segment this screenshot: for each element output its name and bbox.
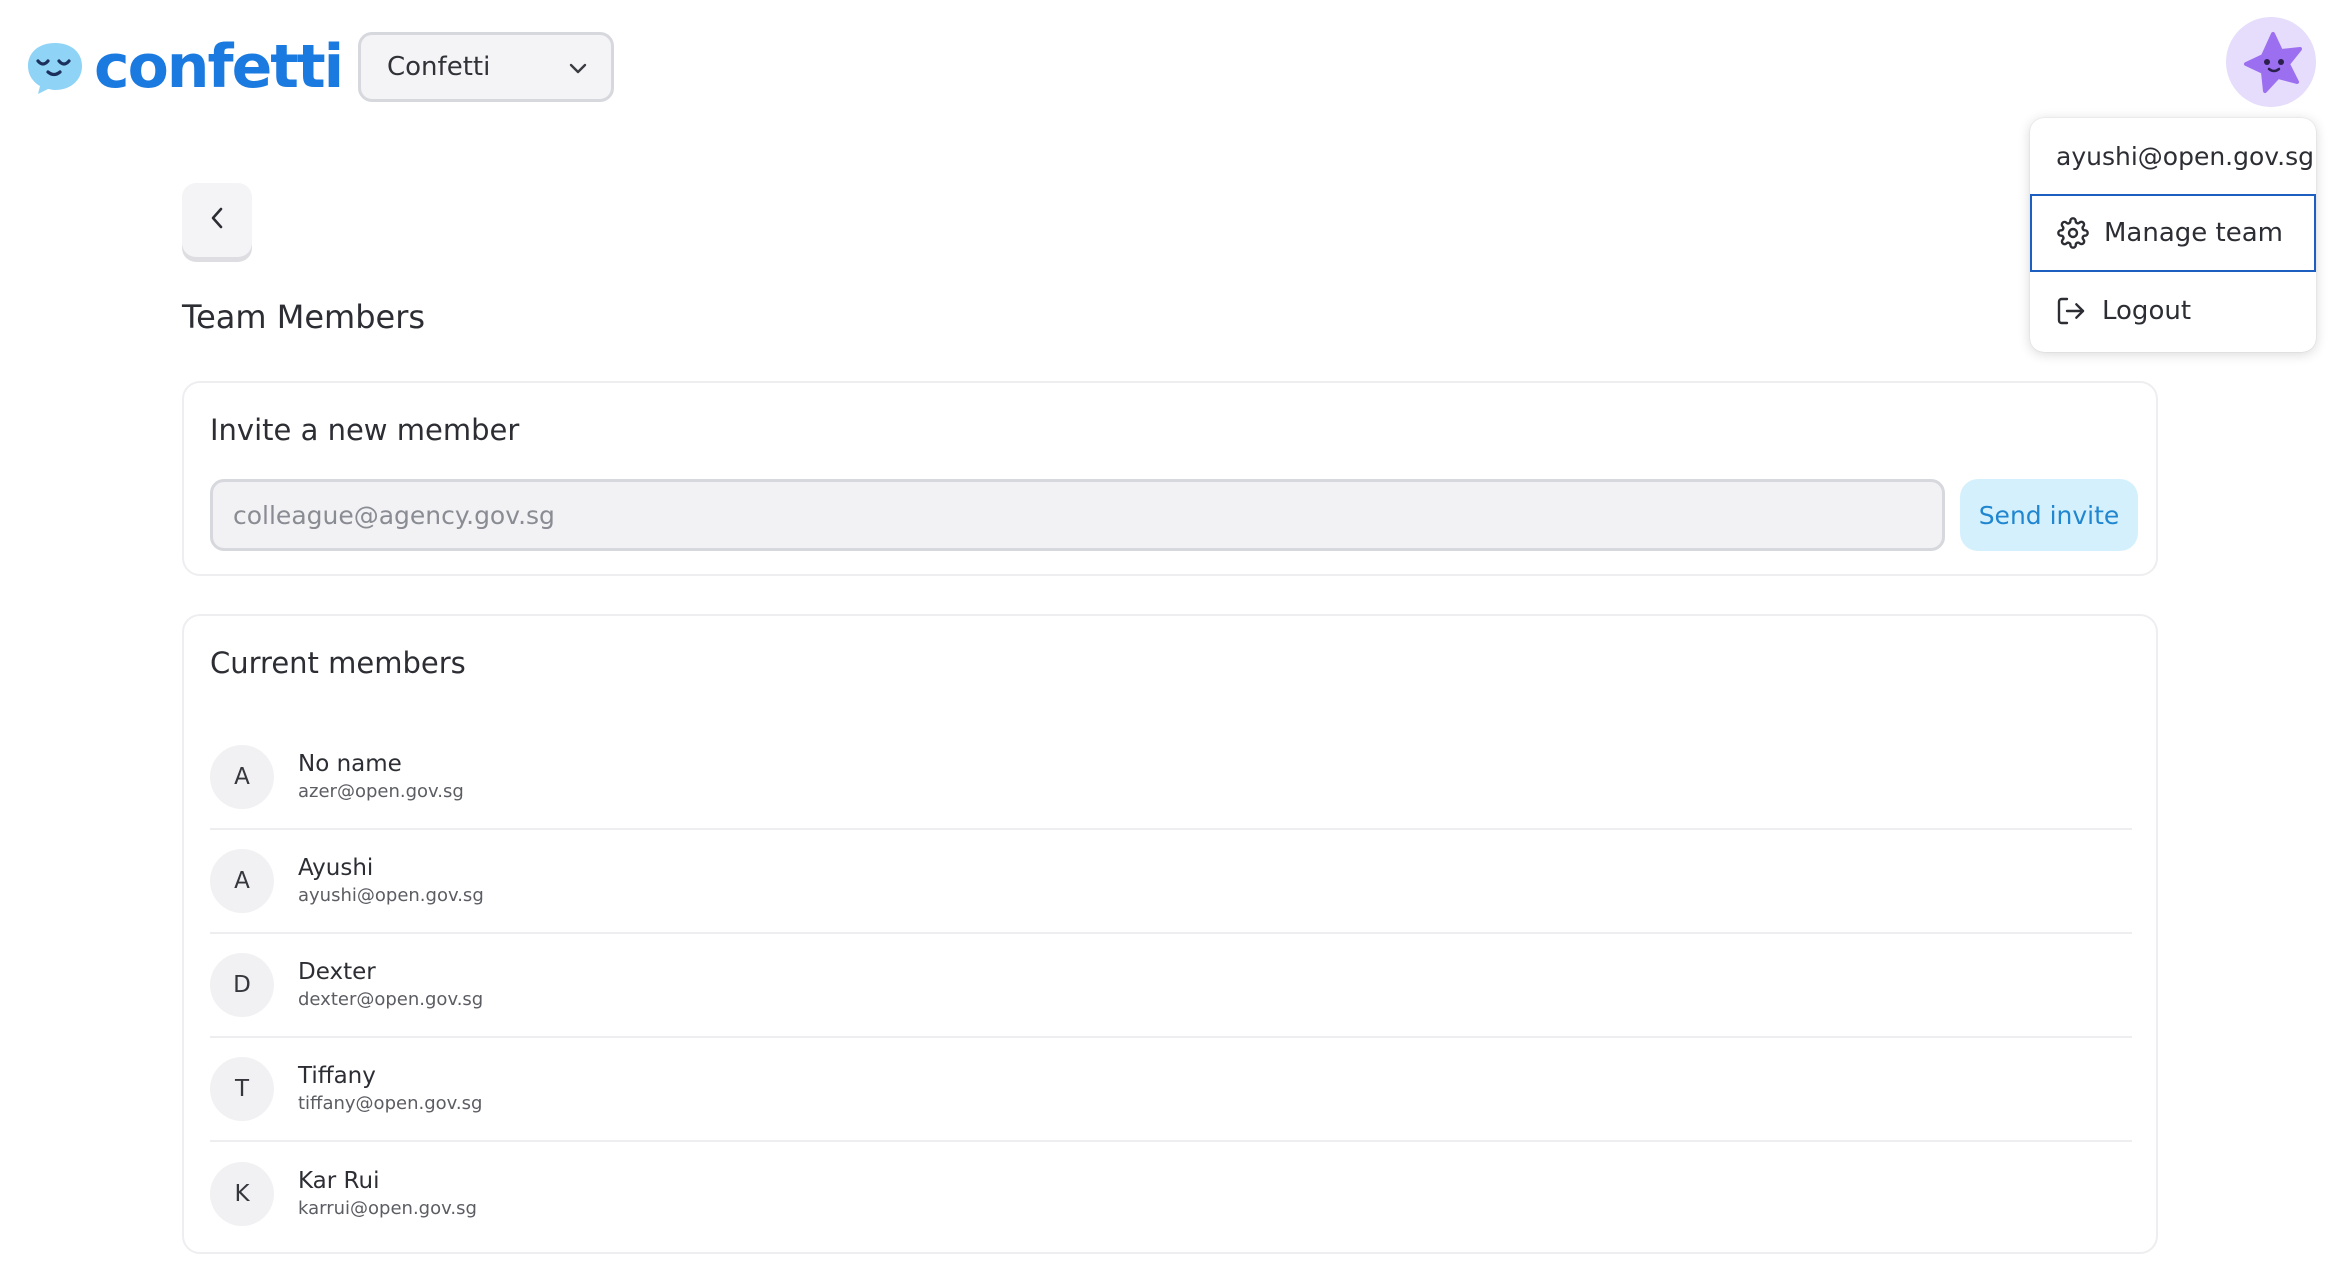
back-button[interactable] [182, 183, 252, 257]
member-email: azer@open.gov.sg [298, 781, 464, 802]
member-name: Ayushi [298, 855, 374, 881]
user-menu: ayushi@open.gov.sg Manage team Logout [2030, 118, 2316, 352]
member-avatar: T [210, 1057, 274, 1121]
chevron-down-icon [569, 52, 587, 82]
menu-item-logout[interactable]: Logout [2030, 272, 2316, 350]
member-name: Kar Rui [298, 1168, 380, 1194]
member-row: A Ayushi ayushi@open.gov.sg [210, 830, 2132, 934]
members-card-title: Current members [210, 646, 466, 680]
confetti-logo[interactable]: confetti [24, 32, 344, 102]
star-face-icon [2244, 32, 2302, 93]
member-row: K Kar Rui karrui@open.gov.sg [210, 1142, 2132, 1246]
menu-item-manage-team[interactable]: Manage team [2030, 194, 2316, 272]
user-avatar[interactable] [2226, 17, 2316, 107]
member-name: Dexter [298, 959, 376, 985]
member-avatar: A [210, 745, 274, 809]
invite-card-title: Invite a new member [210, 413, 520, 447]
member-avatar: K [210, 1162, 274, 1226]
member-email: tiffany@open.gov.sg [298, 1093, 483, 1114]
logout-icon [2054, 294, 2088, 328]
member-row: A No name azer@open.gov.sg [210, 726, 2132, 830]
page-title: Team Members [182, 298, 426, 336]
menu-item-label: Logout [2102, 296, 2192, 326]
members-list: A No name azer@open.gov.sg A Ayushi ayus… [210, 726, 2132, 1246]
team-select[interactable]: Confetti [358, 32, 614, 102]
member-row: D Dexter dexter@open.gov.sg [210, 934, 2132, 1038]
menu-item-label: Manage team [2104, 218, 2283, 248]
invite-card: Invite a new member Send invite [182, 381, 2158, 576]
member-name: Tiffany [298, 1063, 376, 1089]
invite-email-input[interactable] [210, 479, 1945, 551]
user-menu-email: ayushi@open.gov.sg [2056, 141, 2314, 171]
chevron-left-icon [209, 206, 225, 234]
member-avatar: A [210, 849, 274, 913]
member-email: ayushi@open.gov.sg [298, 885, 484, 906]
team-select-value: Confetti [387, 52, 491, 82]
member-avatar: D [210, 953, 274, 1017]
member-email: dexter@open.gov.sg [298, 989, 484, 1010]
gear-icon [2056, 216, 2090, 250]
send-invite-button[interactable]: Send invite [1960, 479, 2138, 551]
member-email: karrui@open.gov.sg [298, 1198, 477, 1219]
members-card: Current members A No name azer@open.gov.… [182, 614, 2158, 1254]
logo-face-icon [24, 39, 86, 95]
logo-text: confetti [94, 32, 344, 102]
member-name: No name [298, 751, 402, 777]
member-row: T Tiffany tiffany@open.gov.sg [210, 1038, 2132, 1142]
